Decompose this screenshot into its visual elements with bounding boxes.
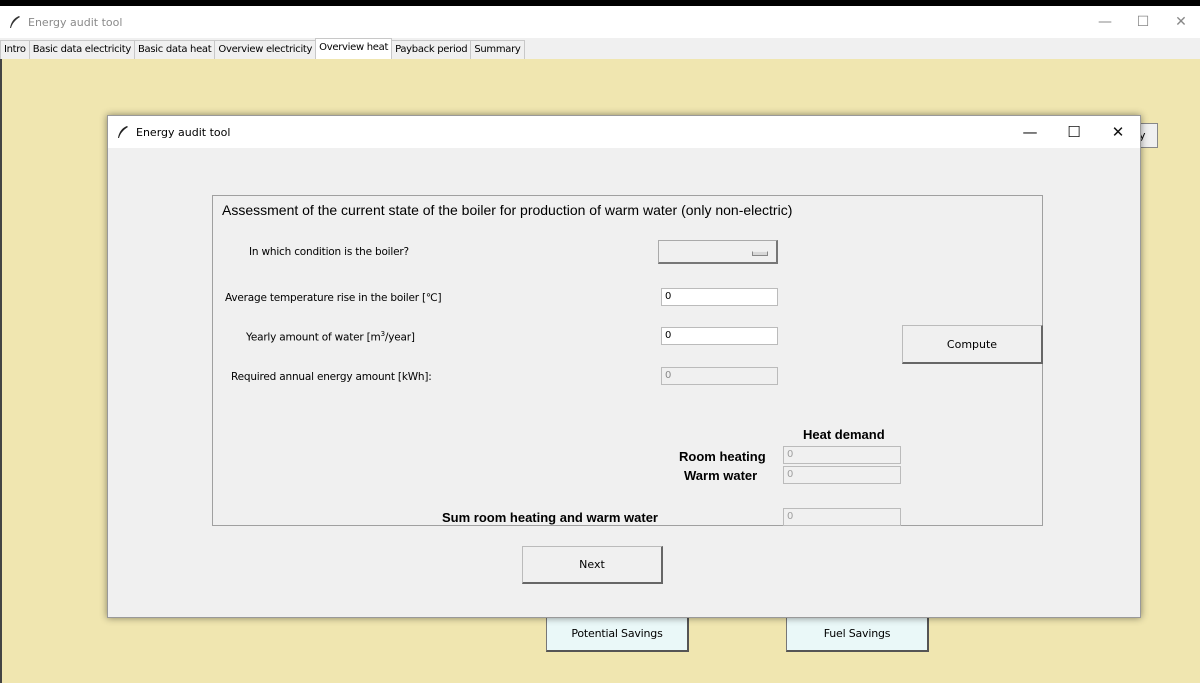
- water-amount-input[interactable]: 0: [661, 327, 778, 345]
- feather-icon: [10, 16, 20, 28]
- tab-bar: Intro Basic data electricity Basic data …: [0, 38, 1200, 60]
- dialog-close-button[interactable]: ✕: [1096, 116, 1140, 148]
- dialog-maximize-button[interactable]: ☐: [1052, 116, 1096, 148]
- compute-button[interactable]: Compute: [902, 325, 1043, 364]
- dialog-title: Energy audit tool: [136, 125, 231, 139]
- dialog-minimize-button[interactable]: —: [1008, 116, 1052, 148]
- frame-title: Assessment of the current state of the b…: [222, 202, 793, 218]
- main-minimize-button[interactable]: —: [1086, 6, 1124, 38]
- dropdown-indicator-icon: [752, 251, 768, 256]
- temp-rise-input[interactable]: 0: [661, 288, 778, 306]
- temp-rise-label: Average temperature rise in the boiler […: [225, 292, 442, 304]
- tab-overview-electricity[interactable]: Overview electricity: [214, 40, 317, 59]
- feather-icon: [118, 126, 128, 138]
- water-amount-label: Yearly amount of water [m3/year]: [246, 330, 415, 344]
- energy-amount-label: Required annual energy amount [kWh]:: [231, 371, 432, 383]
- fuel-savings-button[interactable]: Fuel Savings: [786, 616, 929, 652]
- main-window-title: Energy audit tool: [28, 15, 123, 29]
- tab-summary[interactable]: Summary: [470, 40, 525, 59]
- potential-savings-button[interactable]: Potential Savings: [546, 616, 689, 652]
- boiler-condition-dropdown[interactable]: [658, 240, 778, 264]
- warm-water-label: Warm water: [684, 468, 758, 483]
- tab-basic-data-heat[interactable]: Basic data heat: [133, 40, 216, 59]
- energy-audit-dialog: Energy audit tool — ☐ ✕ Assessment of th…: [107, 115, 1141, 618]
- main-close-button[interactable]: ✕: [1162, 6, 1200, 38]
- sum-field: 0: [783, 508, 901, 526]
- dialog-title-bar[interactable]: Energy audit tool — ☐ ✕: [108, 116, 1140, 148]
- room-heating-field: 0: [783, 446, 901, 464]
- warm-water-field: 0: [783, 466, 901, 484]
- heat-demand-header: Heat demand: [803, 427, 885, 442]
- sum-label: Sum room heating and warm water: [442, 510, 658, 525]
- main-title-bar[interactable]: Energy audit tool — ☐ ✕: [0, 6, 1200, 38]
- energy-amount-field: 0: [661, 367, 778, 385]
- tab-payback-period[interactable]: Payback period: [391, 40, 472, 59]
- main-maximize-button[interactable]: ☐: [1124, 6, 1162, 38]
- tab-basic-data-electricity[interactable]: Basic data electricity: [28, 40, 135, 59]
- condition-label: In which condition is the boiler?: [249, 246, 409, 258]
- tab-overview-heat[interactable]: Overview heat: [315, 38, 393, 60]
- tab-intro[interactable]: Intro: [0, 40, 30, 59]
- next-button[interactable]: Next: [522, 546, 663, 584]
- room-heating-label: Room heating: [679, 449, 766, 464]
